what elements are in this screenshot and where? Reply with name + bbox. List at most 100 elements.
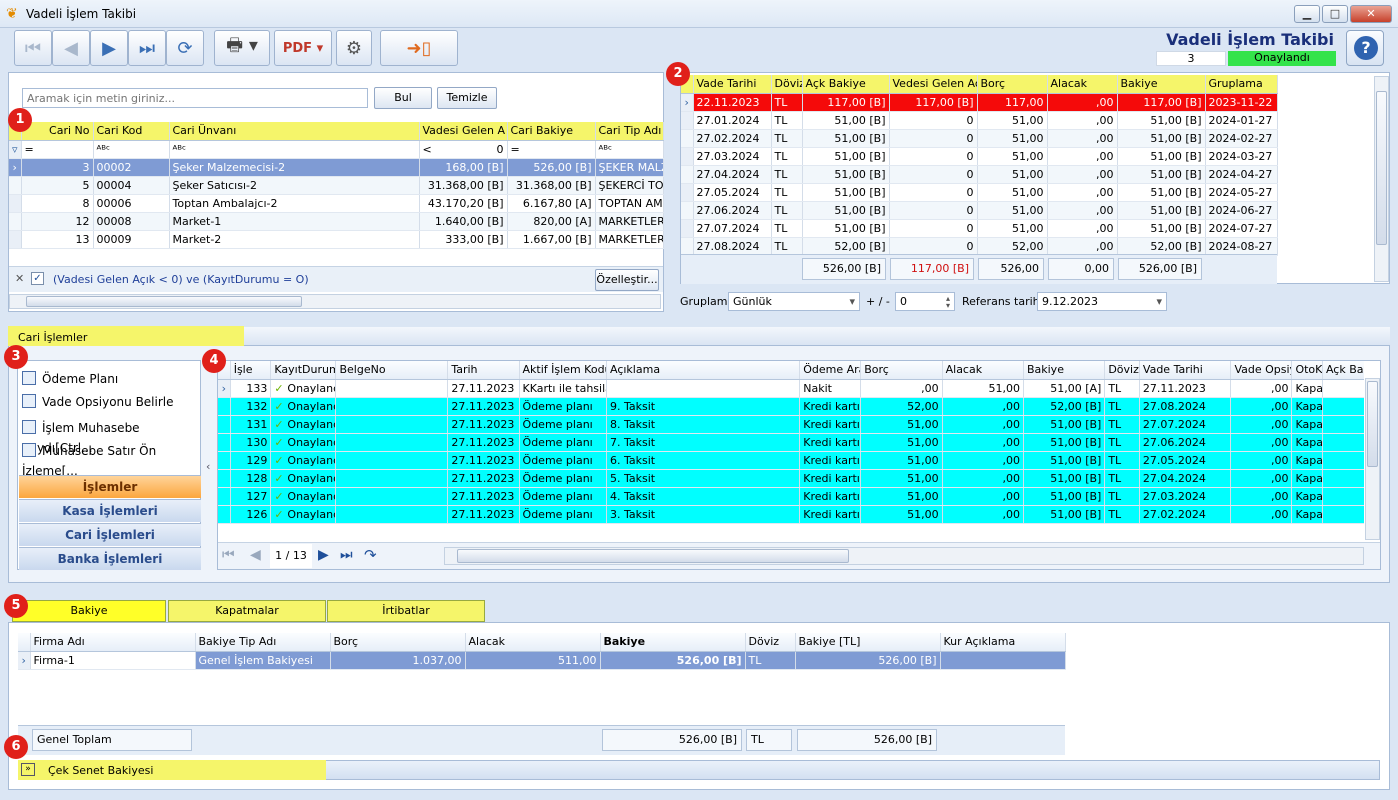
table-row[interactable]: › 133 ✓ Onaylanc 27.11.2023 1 KKartı ile tah… bbox=[218, 379, 1364, 398]
filter-vadesi[interactable]: <0 bbox=[419, 140, 508, 159]
table-row[interactable]: 27.08.2024 TL 52,00 [B] 0 52,00,00 52,00 [B] 2… bbox=[681, 237, 1278, 256]
clear-button[interactable]: Temizle bbox=[437, 87, 497, 109]
scrollbar-thumb[interactable] bbox=[26, 296, 302, 307]
table-row[interactable]: 27.01.2024 TL 51,00 [B] 0 51,00,00 51,00 [B] 2… bbox=[681, 111, 1278, 130]
col-doviz[interactable]: Döviz bbox=[1104, 361, 1140, 380]
customize-button[interactable]: Özelleştir... bbox=[595, 269, 659, 291]
table-row[interactable]: 27.07.2024 TL 51,00 [B] 0 51,00,00 51,00 [B] 2… bbox=[681, 219, 1278, 238]
nav-item-vade-opsiyonu[interactable]: Vade Opsiyonu Belirle bbox=[22, 392, 174, 412]
col-vadesi-gelen-acik[interactable]: Vedesi Gelen Açık bbox=[889, 75, 978, 94]
find-button[interactable]: Bul bbox=[374, 87, 432, 109]
maximize-button[interactable]: □ bbox=[1322, 5, 1348, 23]
col-kayit-durumu[interactable]: KayıtDurumu bbox=[270, 361, 337, 380]
table-row[interactable]: 27.03.2024 TL 51,00 [B] 0 51,00,00 51,00 [B] 2… bbox=[681, 147, 1278, 166]
search-input[interactable] bbox=[22, 88, 368, 108]
table-row[interactable]: 27.06.2024 TL 51,00 [B] 0 51,00,00 51,00 [B] 2… bbox=[681, 201, 1278, 220]
scrollbar-thumb[interactable] bbox=[1367, 381, 1378, 467]
horizontal-scrollbar[interactable] bbox=[9, 294, 661, 309]
col-vade-tarihi[interactable]: Vade Tarihi bbox=[693, 75, 772, 94]
help-button[interactable]: ? bbox=[1346, 30, 1384, 66]
col-doviz[interactable]: Döviz bbox=[745, 633, 796, 652]
col-alacak[interactable]: Alacak bbox=[942, 361, 1024, 380]
print-icon[interactable]: 🖶 ▾ bbox=[214, 30, 270, 66]
vertical-scrollbar[interactable] bbox=[1374, 76, 1389, 282]
exit-icon[interactable]: ➜▯ bbox=[380, 30, 458, 66]
plusminus-stepper[interactable]: 0 ▴ ▾ bbox=[895, 292, 955, 311]
nav-item-satir-onizleme[interactable]: Muhasebe Satır Ön İzleme[... bbox=[22, 441, 200, 478]
table-row[interactable]: 132 ✓ Onaylanc 27.11.2023 1 Ödeme planı 9. T… bbox=[218, 397, 1364, 416]
col-gruplama[interactable]: Gruplama bbox=[1205, 75, 1278, 94]
next-page-icon[interactable]: ▶ bbox=[318, 547, 329, 563]
col-alacak[interactable]: Alacak bbox=[1047, 75, 1118, 94]
col-bakiye-tl[interactable]: Bakiye [TL] bbox=[795, 633, 941, 652]
filter-op[interactable]: = bbox=[21, 140, 94, 159]
table-row[interactable]: 8 00006 Toptan Ambalajcı-2 43.170,20 [B] 6.1… bbox=[9, 194, 664, 213]
table-row[interactable]: 127 ✓ Onaylanc 27.11.2023 1 Ödeme planı 4. T… bbox=[218, 487, 1364, 506]
tab-bakiye[interactable]: Bakiye bbox=[12, 600, 166, 622]
col-bakiye[interactable]: Bakiye bbox=[1023, 361, 1106, 380]
col-bakiye[interactable]: Bakiye bbox=[600, 633, 746, 652]
last-record-icon[interactable]: ⏭ bbox=[128, 30, 166, 66]
col-doviz[interactable]: Döviz bbox=[771, 75, 803, 94]
ref-date-input[interactable]: 9.12.2023 ▾ bbox=[1037, 292, 1167, 311]
col-aktif-islem-kodu[interactable]: Aktif İşlem Kodu bbox=[519, 361, 608, 380]
col-belge-no[interactable]: BelgeNo bbox=[335, 361, 449, 380]
table-row[interactable]: 130 ✓ Onaylanc 27.11.2023 1 Ödeme planı 7. T… bbox=[218, 433, 1364, 452]
first-page-icon[interactable]: ⏮ bbox=[222, 547, 235, 563]
vertical-scrollbar[interactable] bbox=[1365, 378, 1380, 540]
col-otok[interactable]: OtoK bbox=[1291, 361, 1323, 380]
prev-page-icon[interactable]: ◀ bbox=[250, 547, 261, 563]
table-row[interactable]: › 22.11.2023 TL 117,00 [B] 117,00 [B] 117,00,… bbox=[681, 93, 1278, 112]
table-row[interactable]: 27.02.2024 TL 51,00 [B] 0 51,00,00 51,00 [B] 2… bbox=[681, 129, 1278, 148]
nav-item-muhasebe-kaydi[interactable]: İşlem Muhasebe Kaydı[Ctrl... bbox=[22, 418, 200, 455]
pdf-export-icon[interactable]: PDF ▾ bbox=[274, 30, 332, 66]
filter-text-icon[interactable]: ᴬᴮᶜ bbox=[93, 140, 170, 159]
col-ack-bakiye[interactable]: Açk Bakiye bbox=[1322, 361, 1364, 380]
col-ack-bakiye[interactable]: Açk Bakiye bbox=[802, 75, 890, 94]
col-aciklama[interactable]: Açıklama bbox=[606, 361, 801, 380]
table-row[interactable]: 129 ✓ Onaylanc 27.11.2023 1 Ödeme planı 6. T… bbox=[218, 451, 1364, 470]
last-page-icon[interactable]: ⏭ bbox=[340, 547, 353, 563]
nav-bar-islemler[interactable]: İşlemler bbox=[19, 475, 201, 498]
col-borc[interactable]: Borç bbox=[860, 361, 943, 380]
filter-op[interactable]: = bbox=[507, 140, 596, 159]
horizontal-scrollbar[interactable] bbox=[444, 547, 1364, 565]
expand-icon[interactable]: » bbox=[21, 763, 35, 776]
table-row[interactable]: 131 ✓ Onaylanc 27.11.2023 1 Ödeme planı 8. T… bbox=[218, 415, 1364, 434]
minimize-button[interactable]: ▁ bbox=[1294, 5, 1320, 23]
table-row[interactable]: 5 00004 Şeker Satıcısı-2 31.368,00 [B] 31.36… bbox=[9, 176, 664, 195]
table-row[interactable]: › 3 00002 Şeker Malzemecisi-2 168,00 [B] 526,… bbox=[9, 158, 664, 177]
col-borc[interactable]: Borç bbox=[330, 633, 466, 652]
cek-senet-header[interactable]: » Çek Senet Bakiyesi bbox=[18, 760, 326, 780]
col-vade-opsiyon[interactable]: Vade Opsiyo bbox=[1230, 361, 1293, 380]
col-bakiye[interactable]: Bakiye bbox=[1117, 75, 1206, 94]
table-row[interactable]: 126 ✓ Onaylanc 27.11.2023 1 Ödeme planı 3. T… bbox=[218, 505, 1364, 524]
prev-record-icon[interactable]: ◀ bbox=[52, 30, 90, 66]
scrollbar-thumb[interactable] bbox=[1376, 91, 1387, 245]
col-vade-tarihi[interactable]: Vade Tarihi bbox=[1139, 361, 1232, 380]
col-cari-bakiye[interactable]: Cari Bakiye bbox=[507, 122, 596, 141]
table-row[interactable]: 12 00008 Market-1 1.640,00 [B] 820,00 [A] MAR… bbox=[9, 212, 664, 231]
col-alacak[interactable]: Alacak bbox=[465, 633, 601, 652]
filter-checkbox[interactable]: ✓ bbox=[31, 272, 44, 285]
tab-irtibatlar[interactable]: İrtibatlar bbox=[327, 600, 485, 622]
nav-bar-banka[interactable]: Banka İşlemleri bbox=[19, 547, 201, 570]
col-tarih[interactable]: Tarih bbox=[447, 361, 520, 380]
scrollbar-thumb[interactable] bbox=[457, 549, 849, 563]
tab-kapatmalar[interactable]: Kapatmalar bbox=[168, 600, 326, 622]
col-cari-no[interactable]: Cari No bbox=[21, 122, 94, 141]
close-button[interactable]: ✕ bbox=[1350, 5, 1392, 23]
filter-text-icon[interactable]: ᴬᴮᶜ bbox=[169, 140, 420, 159]
col-cari-tip[interactable]: Cari Tip Adı bbox=[595, 122, 664, 141]
col-islem-no[interactable]: İşle bbox=[230, 361, 272, 380]
col-vadesi-gelen[interactable]: Vadesi Gelen A bbox=[419, 122, 508, 141]
col-cari-unvani[interactable]: Cari Ünvanı bbox=[169, 122, 420, 141]
refresh-icon[interactable]: ⟳ bbox=[166, 30, 204, 66]
table-row[interactable]: 27.05.2024 TL 51,00 [B] 0 51,00,00 51,00 [B] 2… bbox=[681, 183, 1278, 202]
redo-icon[interactable]: ↷ bbox=[364, 546, 377, 564]
nav-item-odeme-plani[interactable]: Ödeme Planı bbox=[22, 369, 118, 389]
table-row[interactable]: 128 ✓ Onaylanc 27.11.2023 1 Ödeme planı 5. T… bbox=[218, 469, 1364, 488]
first-record-icon[interactable]: ⏮ bbox=[14, 30, 52, 66]
cari-islemler-header[interactable]: Cari İşlemler bbox=[8, 326, 244, 346]
next-record-icon[interactable]: ▶ bbox=[90, 30, 128, 66]
